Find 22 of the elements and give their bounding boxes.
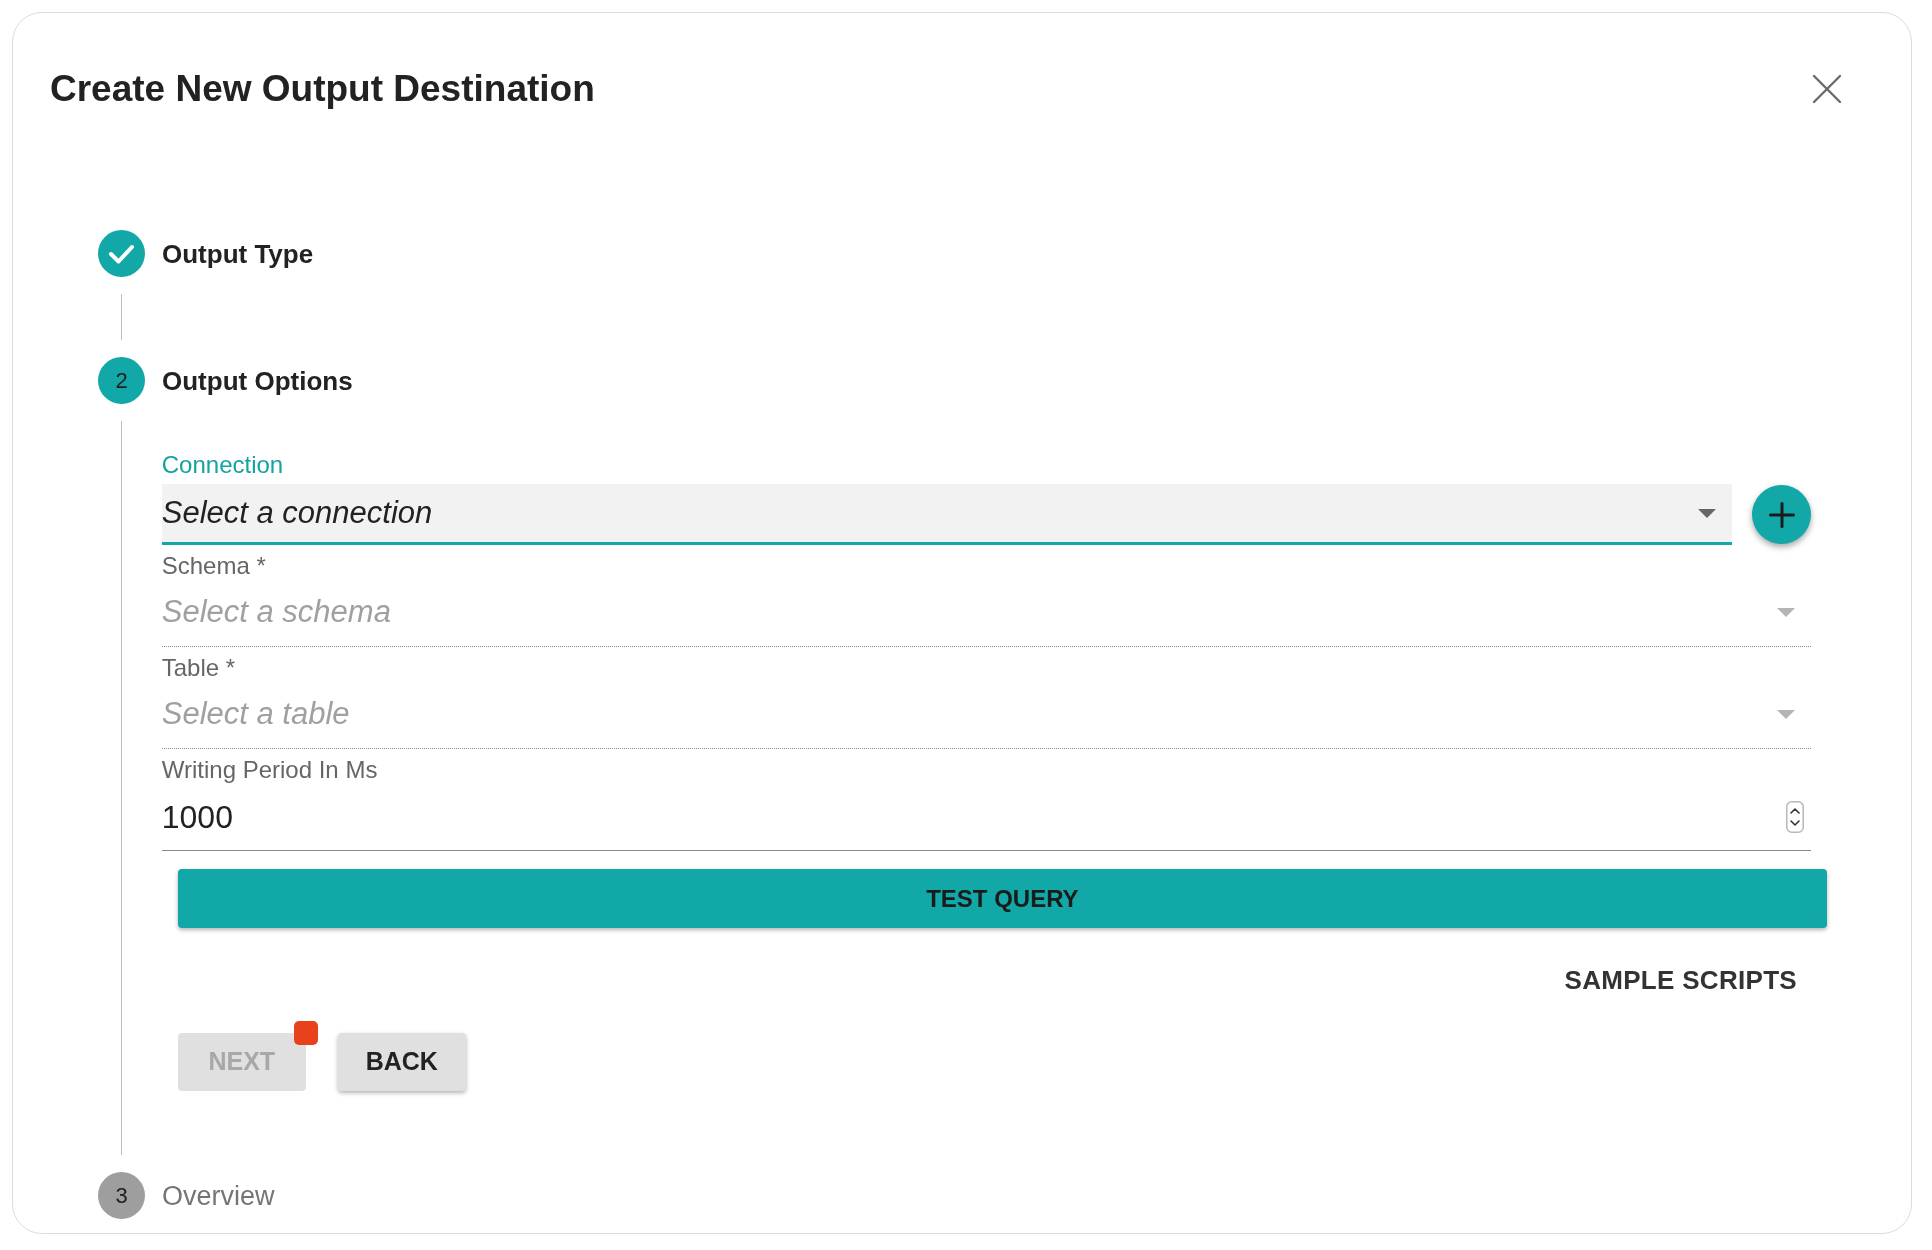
action-button[interactable]: BACK xyxy=(337,1033,466,1091)
number-field[interactable]: 1000 xyxy=(161,783,1811,851)
step-title: Overview xyxy=(162,1179,275,1212)
spin-arrows-icon[interactable] xyxy=(1786,800,1804,833)
dialog-title: Create New Output Destination xyxy=(50,67,595,111)
close-icon xyxy=(1812,74,1842,104)
step-title: Output Options xyxy=(162,364,353,397)
caret-icon xyxy=(1777,710,1795,719)
plus-icon xyxy=(1768,501,1795,528)
step-number: 2 xyxy=(98,357,145,404)
field-label: Schema * xyxy=(161,552,267,579)
sample-scripts-button[interactable]: SAMPLE SCRIPTS xyxy=(1550,956,1811,1004)
test-query-button[interactable]: TEST QUERY xyxy=(177,869,1827,928)
caret-icon xyxy=(1777,608,1795,617)
step-number: 3 xyxy=(98,1172,145,1219)
field-label: Writing Period In Ms xyxy=(161,756,379,783)
step-title: Output Type xyxy=(162,237,314,270)
add-button[interactable] xyxy=(1752,485,1811,544)
caret-icon xyxy=(1698,508,1716,518)
dropdown-field[interactable]: Select a connection xyxy=(161,484,1732,545)
field-label: Connection xyxy=(161,451,285,478)
field-label: Table * xyxy=(161,654,237,681)
